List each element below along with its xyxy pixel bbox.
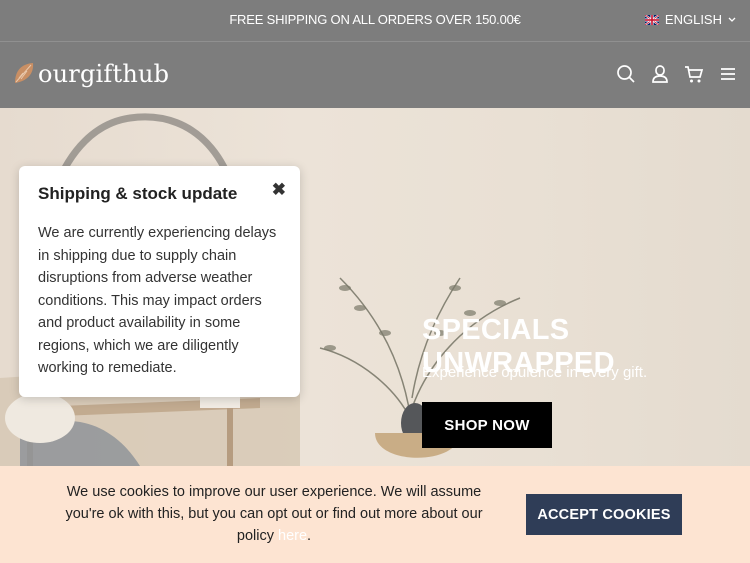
cookie-suffix: . xyxy=(307,528,312,544)
promo-bar: FREE SHIPPING ON ALL ORDERS OVER 150.00€… xyxy=(0,0,750,42)
shop-now-button[interactable]: SHOP NOW xyxy=(422,402,552,448)
shipping-update-popup: Shipping & stock update ✖ We are current… xyxy=(19,166,300,397)
leaf-logo-icon xyxy=(15,63,34,83)
cookie-message: We use cookies to improve our user exper… xyxy=(50,481,498,547)
close-icon[interactable]: ✖ xyxy=(272,180,286,200)
cookie-text: We use cookies to improve our user exper… xyxy=(65,484,483,544)
accept-cookies-button[interactable]: ACCEPT COOKIES xyxy=(526,494,682,535)
promo-text: FREE SHIPPING ON ALL ORDERS OVER 150.00€ xyxy=(229,12,521,27)
logo[interactable]: ourgifthub xyxy=(13,60,169,88)
cart-icon[interactable] xyxy=(684,64,704,84)
language-label: ENGLISH xyxy=(664,12,722,27)
popup-title: Shipping & stock update xyxy=(38,184,238,203)
language-selector[interactable]: ENGLISH xyxy=(644,12,736,27)
header-icons xyxy=(616,64,738,84)
menu-icon[interactable] xyxy=(718,64,738,84)
search-icon[interactable] xyxy=(616,64,636,84)
chevron-down-icon xyxy=(728,17,736,22)
uk-flag-icon xyxy=(644,14,659,25)
hero-subtitle: Experience opulence in every gift. xyxy=(422,364,648,381)
cookie-banner: We use cookies to improve our user exper… xyxy=(0,466,750,563)
popup-body: We are currently experiencing delays in … xyxy=(38,225,277,376)
logo-text: ourgifthub xyxy=(38,60,170,88)
site-header: ourgifthub xyxy=(0,42,750,108)
cookie-policy-link[interactable]: here xyxy=(278,528,307,544)
user-icon[interactable] xyxy=(650,64,670,84)
